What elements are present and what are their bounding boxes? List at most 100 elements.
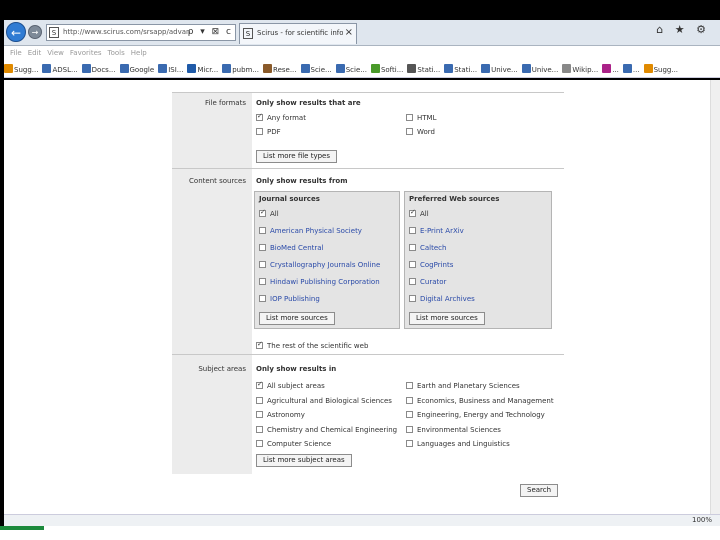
menu-item-view[interactable]: View bbox=[47, 49, 64, 57]
checkbox-box[interactable] bbox=[256, 112, 263, 121]
checkbox-box[interactable] bbox=[256, 380, 263, 389]
subject-area-option[interactable]: Engineering, Energy and Technology bbox=[406, 411, 545, 419]
checkbox-box[interactable] bbox=[409, 278, 416, 285]
favorite-link[interactable]: ... bbox=[602, 64, 619, 74]
subject-area-option[interactable]: Computer Science bbox=[256, 440, 331, 448]
journal-source-option[interactable]: American Physical Society bbox=[259, 227, 362, 235]
checkbox-label[interactable]: Digital Archives bbox=[420, 295, 475, 303]
checkbox-box[interactable] bbox=[256, 128, 263, 135]
favorite-link[interactable]: Sugg... bbox=[4, 64, 38, 74]
list-more-web-sources-button[interactable]: List more sources bbox=[409, 312, 485, 325]
favorite-link[interactable]: Scie... bbox=[335, 64, 367, 74]
subject-area-option[interactable]: All subject areas bbox=[256, 380, 325, 390]
checkbox-box[interactable] bbox=[256, 440, 263, 447]
address-bar[interactable]: S http://www.scirus.com/srsapp/advanced/… bbox=[46, 24, 236, 41]
tab-scirus[interactable]: S Scirus - for scientific inform... × bbox=[239, 23, 357, 44]
checkbox-box[interactable] bbox=[259, 208, 266, 217]
checkbox-box[interactable] bbox=[406, 440, 413, 447]
favorite-link[interactable]: Google bbox=[119, 64, 154, 74]
favorite-link[interactable]: Stati... bbox=[407, 64, 440, 74]
checkbox-box[interactable] bbox=[406, 128, 413, 135]
subject-area-option[interactable]: Languages and Linguistics bbox=[406, 440, 510, 448]
checkbox-box[interactable] bbox=[406, 114, 413, 121]
web-source-option[interactable]: All bbox=[409, 208, 429, 218]
checkbox-box[interactable] bbox=[409, 295, 416, 302]
checkbox-label[interactable]: Hindawi Publishing Corporation bbox=[270, 278, 380, 286]
checkbox-label[interactable]: CogPrints bbox=[420, 261, 453, 269]
journal-source-option[interactable]: Crystallography Journals Online bbox=[259, 261, 380, 269]
favorite-link[interactable]: ... bbox=[622, 64, 640, 74]
journal-source-option[interactable]: BioMed Central bbox=[259, 244, 324, 252]
list-more-journal-sources-button[interactable]: List more sources bbox=[259, 312, 335, 325]
favorite-link[interactable]: Sugg... bbox=[643, 64, 678, 74]
subject-area-option[interactable]: Economics, Business and Management bbox=[406, 396, 554, 405]
journal-source-option[interactable]: All bbox=[259, 208, 279, 218]
menu-item-help[interactable]: Help bbox=[131, 49, 147, 57]
address-controls[interactable]: ρ ▾ ⊠ c bbox=[188, 27, 233, 37]
page-scrollbar[interactable] bbox=[710, 80, 720, 514]
favorite-link[interactable]: Stati... bbox=[444, 64, 477, 74]
checkbox-box[interactable] bbox=[409, 227, 416, 234]
checkbox-box[interactable] bbox=[406, 425, 413, 433]
search-button[interactable]: Search bbox=[520, 484, 559, 497]
subject-area-option[interactable]: Earth and Planetary Sciences bbox=[406, 382, 520, 390]
file-format-option[interactable]: Word bbox=[406, 128, 435, 136]
zoom-level[interactable]: 100% bbox=[692, 516, 712, 524]
checkbox-box[interactable] bbox=[406, 382, 413, 389]
menu-item-file[interactable]: File bbox=[10, 49, 22, 57]
subject-area-option[interactable]: Chemistry and Chemical Engineering bbox=[256, 425, 397, 434]
checkbox-box[interactable] bbox=[259, 278, 266, 285]
address-url[interactable]: http://www.scirus.com/srsapp/advanced/in… bbox=[63, 28, 191, 36]
journal-source-option[interactable]: Hindawi Publishing Corporation bbox=[259, 278, 380, 286]
list-more-file-types-button[interactable]: List more file types bbox=[256, 150, 337, 163]
menu-item-favorites[interactable]: Favorites bbox=[70, 49, 102, 57]
web-source-option[interactable]: Curator bbox=[409, 278, 446, 286]
favorite-link[interactable]: Scie... bbox=[300, 64, 332, 74]
favorite-link[interactable]: Wikip... bbox=[562, 64, 598, 74]
checkbox-box[interactable] bbox=[256, 396, 263, 404]
checkbox-label[interactable]: Curator bbox=[420, 278, 446, 286]
web-source-option[interactable]: E-Print ArXiv bbox=[409, 227, 464, 235]
favorite-link[interactable]: Softi... bbox=[370, 64, 403, 74]
checkbox-label[interactable]: E-Print ArXiv bbox=[420, 227, 464, 235]
favorite-link[interactable]: Rese... bbox=[263, 64, 297, 74]
subject-area-option[interactable]: Environmental Sciences bbox=[406, 425, 501, 434]
checkbox-box[interactable] bbox=[409, 208, 416, 217]
home-favorites-tools-icons[interactable]: ⌂ ★ ⚙ bbox=[656, 23, 710, 36]
journal-source-option[interactable]: IOP Publishing bbox=[259, 295, 320, 303]
favorite-link[interactable]: Unive... bbox=[521, 64, 558, 74]
file-format-option[interactable]: PDF bbox=[256, 128, 281, 136]
checkbox-box[interactable] bbox=[256, 411, 263, 418]
checkbox-box[interactable] bbox=[259, 261, 266, 268]
web-source-option[interactable]: Digital Archives bbox=[409, 295, 475, 303]
checkbox-box[interactable] bbox=[259, 244, 266, 251]
checkbox-box[interactable] bbox=[406, 396, 413, 404]
back-arrow-icon[interactable]: ← bbox=[6, 22, 26, 42]
checkbox-box[interactable] bbox=[256, 340, 263, 349]
favorite-link[interactable]: ISI... bbox=[158, 64, 183, 74]
file-format-option[interactable]: Any format bbox=[256, 112, 306, 122]
checkbox-box[interactable] bbox=[409, 244, 416, 251]
checkbox-label[interactable]: Caltech bbox=[420, 244, 446, 252]
menu-item-tools[interactable]: Tools bbox=[108, 49, 125, 57]
checkbox-label[interactable]: American Physical Society bbox=[270, 227, 362, 235]
checkbox-label[interactable]: Crystallography Journals Online bbox=[270, 261, 380, 269]
checkbox-box[interactable] bbox=[409, 261, 416, 268]
forward-arrow-icon[interactable]: → bbox=[28, 25, 42, 39]
favorite-link[interactable]: ADSL... bbox=[42, 64, 78, 74]
favorite-link[interactable]: Micr... bbox=[187, 64, 218, 74]
checkbox-box[interactable] bbox=[259, 227, 266, 234]
checkbox-box[interactable] bbox=[406, 411, 413, 418]
web-source-option[interactable]: Caltech bbox=[409, 244, 446, 252]
list-more-subject-areas-button[interactable]: List more subject areas bbox=[256, 454, 352, 467]
rest-of-web-checkbox[interactable]: The rest of the scientific web bbox=[256, 340, 368, 350]
menu-item-edit[interactable]: Edit bbox=[28, 49, 42, 57]
file-format-option[interactable]: HTML bbox=[406, 114, 436, 122]
favorite-link[interactable]: Unive... bbox=[481, 64, 518, 74]
favorite-link[interactable]: Docs... bbox=[81, 64, 116, 74]
web-source-option[interactable]: CogPrints bbox=[409, 261, 453, 269]
favorite-link[interactable]: pubm... bbox=[222, 64, 259, 74]
close-tab-icon[interactable]: × bbox=[345, 27, 353, 38]
checkbox-box[interactable] bbox=[256, 425, 263, 433]
checkbox-label[interactable]: BioMed Central bbox=[270, 244, 324, 252]
